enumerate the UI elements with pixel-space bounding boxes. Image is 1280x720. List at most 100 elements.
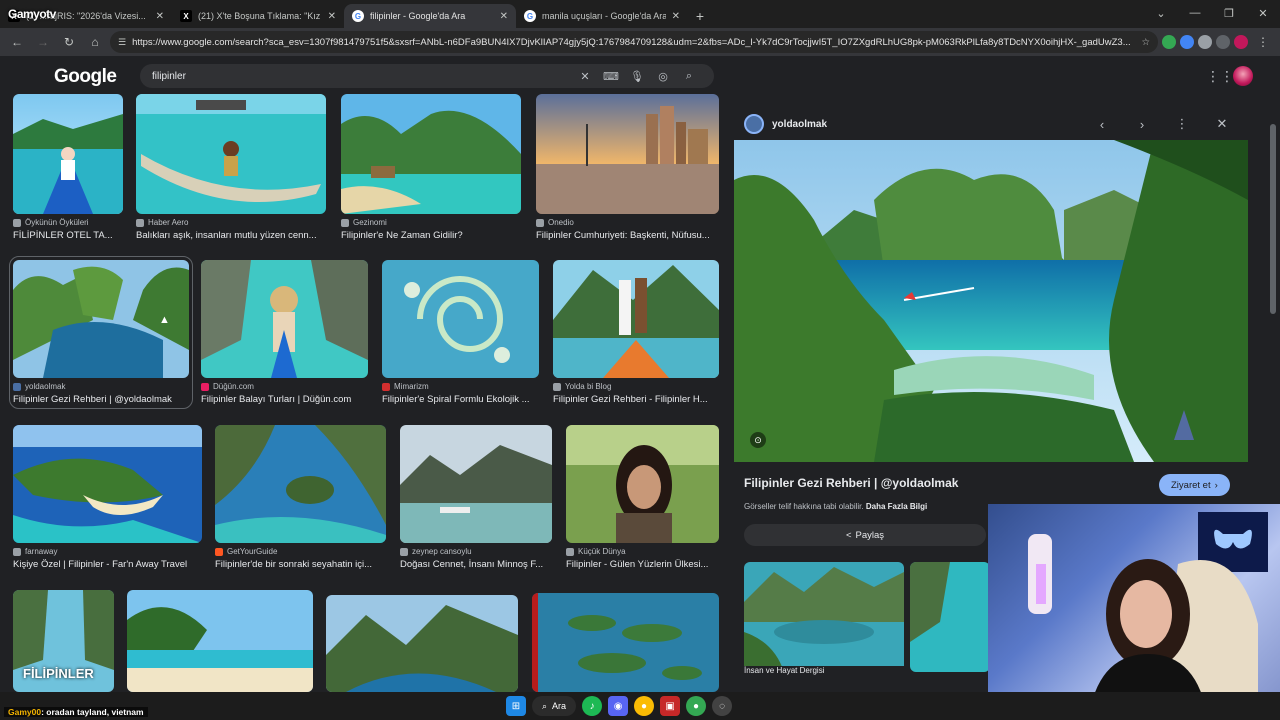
- extension-icon[interactable]: [1198, 35, 1212, 49]
- image-result[interactable]: Yolda bi Blog Filipinler Gezi Rehberi - …: [553, 260, 719, 405]
- image-result[interactable]: Öykünün Öyküleri FİLİPİNLER OTEL TA...: [13, 94, 123, 241]
- result-caption[interactable]: Filipinler Gezi Rehberi - Filipinler H..…: [553, 394, 719, 405]
- result-source: Onedio: [548, 218, 574, 227]
- image-result-selected[interactable]: ▲ yoldaolmak Filipinler Gezi Rehberi | @…: [9, 256, 193, 409]
- panel-site-name[interactable]: yoldaolmak: [772, 119, 1078, 130]
- preview-image[interactable]: ⊙: [734, 140, 1248, 462]
- image-result[interactable]: FİLİPİNLER: [13, 590, 114, 692]
- result-thumbnail: [326, 595, 518, 692]
- result-caption[interactable]: Filipinler'e Ne Zaman Gidilir?: [341, 230, 521, 241]
- taskbar-icons: ⊞ ⌕ Ara ♪ ◉ ● ▣ ● ◌: [506, 696, 733, 716]
- related-caption[interactable]: İnsan ve Hayat Dergisi: [744, 666, 904, 675]
- app-red-icon[interactable]: ▣: [660, 696, 681, 716]
- windows-start-icon[interactable]: ⊞: [506, 696, 526, 716]
- result-caption[interactable]: Filipinler - Gülen Yüzlerin Ülkesi...: [566, 559, 719, 570]
- extension-shield-icon[interactable]: [1162, 35, 1176, 49]
- more-options-icon[interactable]: ⋮: [1166, 116, 1198, 132]
- extension-translate-icon[interactable]: [1180, 35, 1194, 49]
- result-caption[interactable]: Filipinler Gezi Rehberi | @yoldaolmak: [13, 394, 189, 405]
- browser-tab[interactable]: X (21) X'te Boşuna Tıklama: "Kız k... ✕: [172, 4, 344, 28]
- bookmark-star-icon[interactable]: ☆: [1141, 37, 1150, 48]
- result-caption[interactable]: Doğası Cennet, İnsanı Minnoş F...: [400, 559, 552, 570]
- back-button[interactable]: ←: [6, 31, 28, 53]
- taskbar-search[interactable]: ⌕ Ara: [532, 696, 577, 716]
- search-icon[interactable]: ⌕: [676, 70, 702, 83]
- reload-button[interactable]: ↻: [58, 31, 80, 53]
- apps-grid-icon[interactable]: ⋮⋮: [1206, 68, 1234, 85]
- image-result[interactable]: Haber Aero Balıkları aşık, insanları mut…: [136, 94, 326, 241]
- image-result[interactable]: zeynep cansoylu Doğası Cennet, İnsanı Mi…: [400, 425, 552, 570]
- google-logo[interactable]: Google: [54, 66, 117, 88]
- stream-chat-message: Gamy00: oradan tayland, vietnam: [4, 707, 148, 717]
- minimize-button[interactable]: —: [1178, 0, 1212, 26]
- next-icon[interactable]: ›: [1126, 117, 1158, 132]
- result-caption[interactable]: Filipinler'de bir sonraki seyahatin içi.…: [215, 559, 386, 570]
- result-caption[interactable]: Filipinler Cumhuriyeti: Başkenti, Nüfusu…: [536, 230, 719, 241]
- page-scrollbar[interactable]: [1270, 94, 1276, 692]
- search-box[interactable]: filipinler ✕ ⌨ 🎙 ◎ ⌕: [140, 64, 714, 88]
- close-icon[interactable]: ✕: [500, 11, 508, 22]
- image-result[interactable]: Onedio Filipinler Cumhuriyeti: Başkenti,…: [536, 94, 719, 241]
- search-input[interactable]: filipinler: [152, 71, 572, 82]
- result-caption[interactable]: Filipinler'e Spiral Formlu Ekolojik ...: [382, 394, 539, 405]
- close-icon[interactable]: ✕: [156, 11, 164, 22]
- result-source: Haber Aero: [148, 218, 189, 227]
- image-result[interactable]: Gezinomi Filipinler'e Ne Zaman Gidilir?: [341, 94, 521, 241]
- image-result[interactable]: [532, 593, 719, 692]
- result-caption[interactable]: Balıkları aşık, insanları mutlu yüzen ce…: [136, 230, 326, 241]
- image-result[interactable]: [326, 595, 518, 692]
- result-thumbnail: [400, 425, 552, 543]
- profile-avatar-icon[interactable]: [1234, 35, 1248, 49]
- chrome-icon[interactable]: ●: [634, 696, 655, 716]
- close-icon[interactable]: ✕: [672, 11, 680, 22]
- scrollbar-thumb[interactable]: [1270, 124, 1276, 314]
- source-favicon: [341, 218, 349, 227]
- close-icon[interactable]: ✕: [328, 11, 336, 22]
- chrome-active-icon[interactable]: ●: [686, 696, 707, 716]
- close-icon[interactable]: ✕: [1206, 116, 1238, 132]
- close-window-button[interactable]: ✕: [1246, 0, 1280, 26]
- result-caption[interactable]: Filipinler Balayı Turları | Düğün.com: [201, 394, 368, 405]
- home-button[interactable]: ⌂: [84, 31, 106, 53]
- forward-button[interactable]: →: [32, 31, 54, 53]
- microphone-icon[interactable]: 🎙: [624, 70, 650, 83]
- result-source: Öykünün Öyküleri: [25, 218, 89, 227]
- clear-icon[interactable]: ✕: [572, 70, 598, 83]
- account-avatar[interactable]: [1233, 66, 1253, 86]
- address-bar[interactable]: ☰ https://www.google.com/search?sca_esv=…: [110, 31, 1158, 53]
- keyboard-icon[interactable]: ⌨: [598, 70, 624, 83]
- result-thumbnail: [127, 590, 313, 692]
- obs-icon[interactable]: ◌: [712, 696, 733, 716]
- related-thumbnail: [910, 562, 990, 672]
- lens-icon[interactable]: ◎: [650, 70, 676, 83]
- result-thumbnail: [536, 94, 719, 214]
- image-result[interactable]: Düğün.com Filipinler Balayı Turları | Dü…: [201, 260, 368, 405]
- result-source: farnaway: [25, 547, 58, 556]
- site-info-icon[interactable]: ☰: [118, 37, 126, 48]
- panel-title[interactable]: Filipinler Gezi Rehberi | @yoldaolmak: [744, 476, 958, 490]
- previous-icon[interactable]: ‹: [1086, 117, 1118, 132]
- copyright-link[interactable]: Daha Fazla Bilgi: [866, 502, 927, 511]
- new-tab-button[interactable]: +: [688, 4, 712, 28]
- image-result[interactable]: Mimarizm Filipinler'e Spiral Formlu Ekol…: [382, 260, 539, 405]
- image-result[interactable]: Küçük Dünya Filipinler - Gülen Yüzlerin …: [566, 425, 719, 570]
- visual-search-icon[interactable]: ⊙: [750, 432, 766, 448]
- result-caption[interactable]: Kişiye Özel | Filipinler - Far'n Away Tr…: [13, 559, 202, 570]
- tab-search-icon[interactable]: ⌄: [1144, 0, 1178, 26]
- related-image[interactable]: [744, 562, 904, 672]
- share-button[interactable]: < Paylaş: [744, 524, 986, 546]
- browser-menu-icon[interactable]: ⋮: [1252, 31, 1274, 53]
- image-result[interactable]: farnaway Kişiye Özel | Filipinler - Far'…: [13, 425, 202, 570]
- discord-icon[interactable]: ◉: [608, 696, 629, 716]
- browser-tab[interactable]: G manila uçuşları - Google'da Ara ✕: [516, 4, 688, 28]
- image-result[interactable]: [127, 590, 313, 692]
- spotify-icon[interactable]: ♪: [582, 696, 603, 716]
- result-caption[interactable]: FİLİPİNLER OTEL TA...: [13, 230, 123, 241]
- chevron-right-icon: ›: [1214, 479, 1218, 491]
- visit-button[interactable]: Ziyaret et ›: [1159, 474, 1230, 496]
- extensions-puzzle-icon[interactable]: [1216, 35, 1230, 49]
- browser-tab-active[interactable]: G filipinler - Google'da Ara ✕: [344, 4, 516, 28]
- related-image[interactable]: [910, 562, 990, 672]
- image-result[interactable]: GetYourGuide Filipinler'de bir sonraki s…: [215, 425, 386, 570]
- maximize-button[interactable]: ❐: [1212, 0, 1246, 26]
